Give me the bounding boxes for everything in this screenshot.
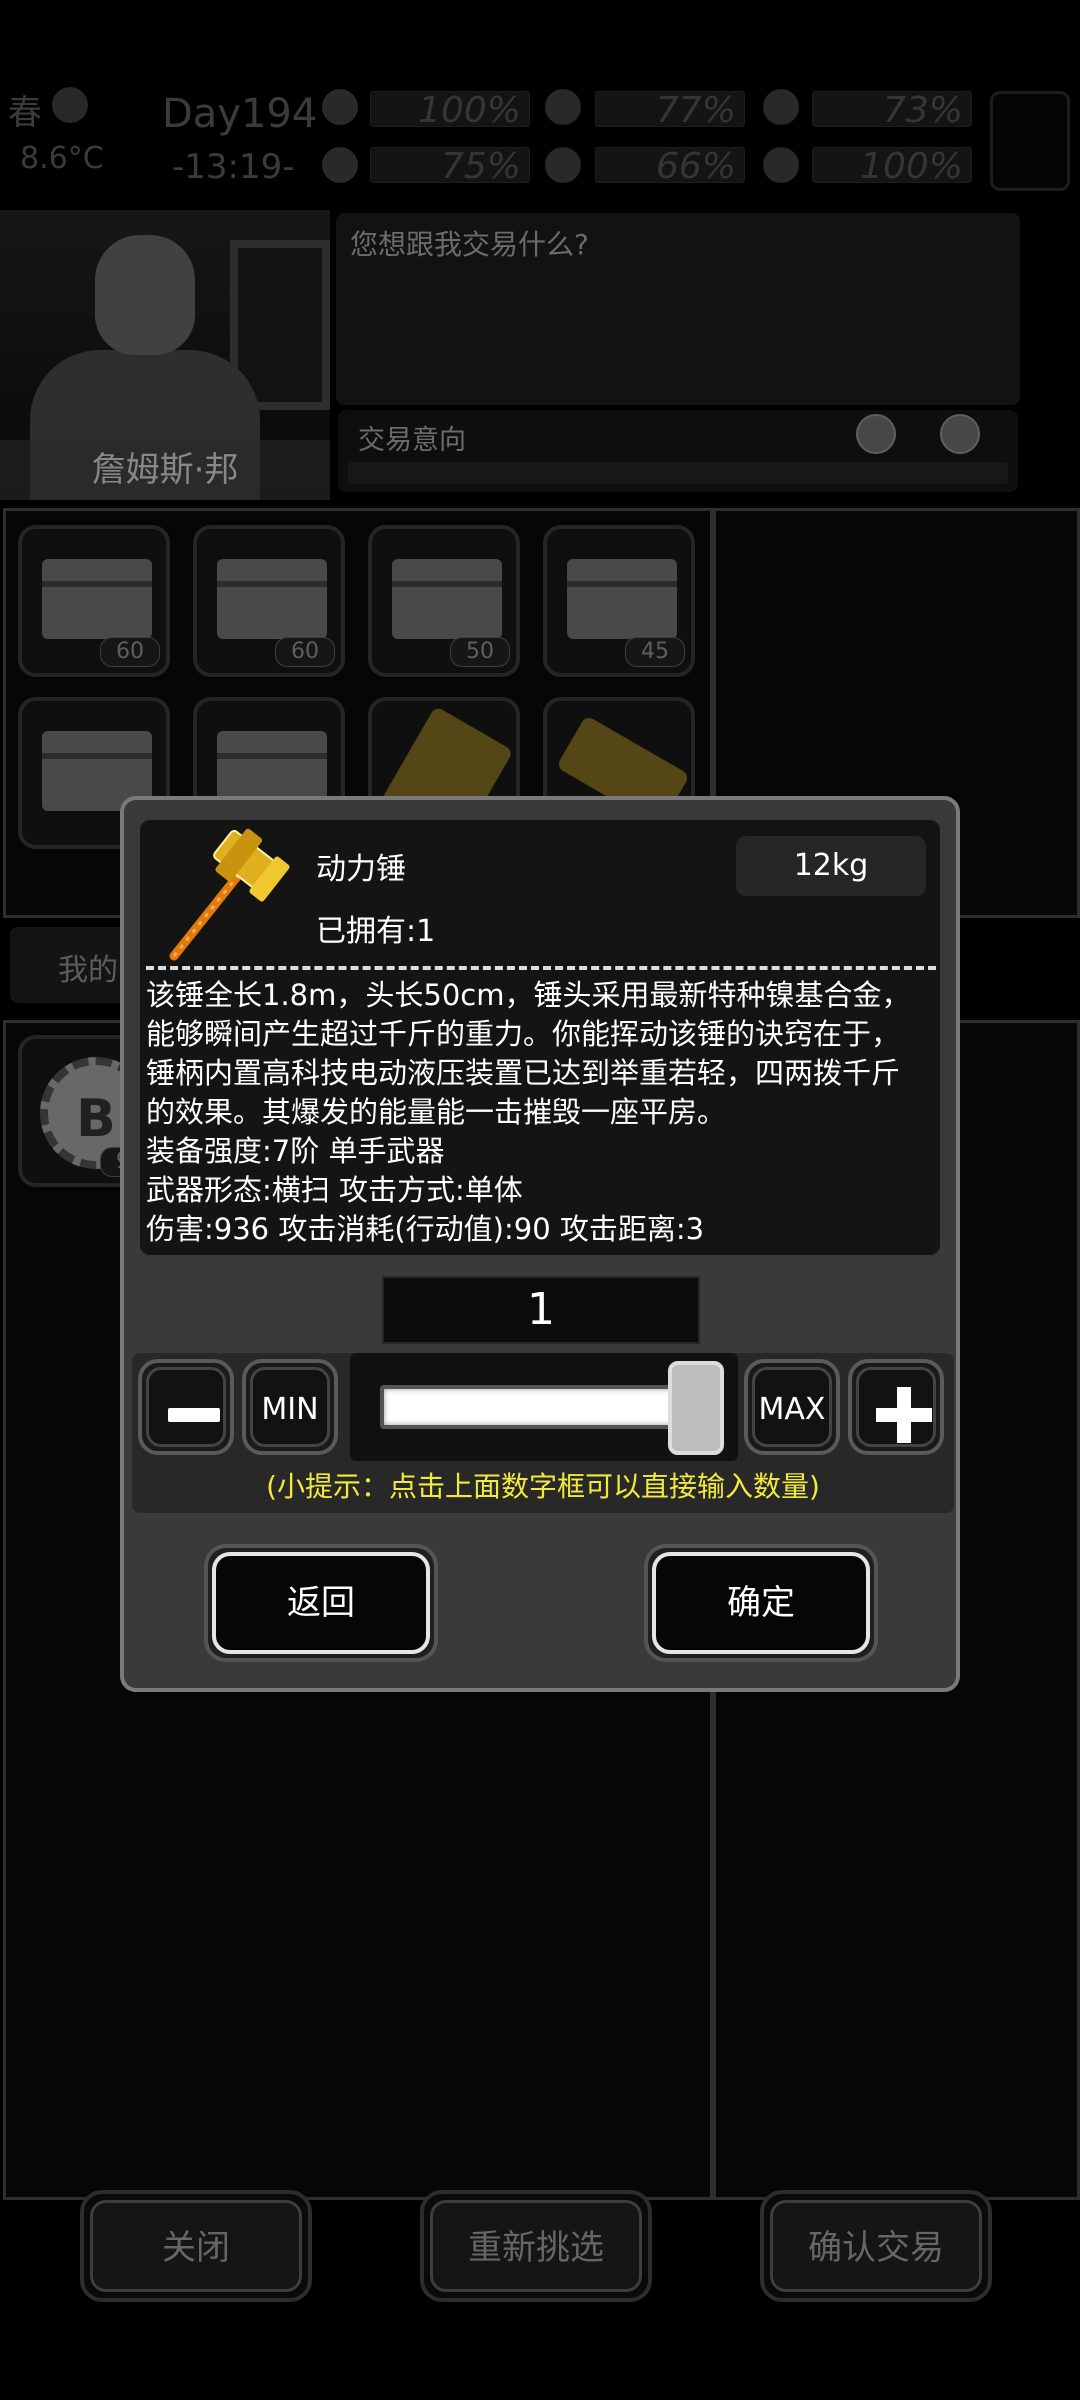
description-line: 装备强度:7阶 单手武器	[146, 1134, 445, 1168]
slider-track	[380, 1385, 680, 1429]
crate-icon	[42, 559, 152, 639]
health-bar: 100%	[370, 90, 530, 131]
description-line: 该锤全长1.8m，头长50cm，锤头采用最新特种镍基合金，	[146, 978, 911, 1012]
trader-head	[95, 235, 195, 355]
water-bar: 73%	[812, 90, 972, 131]
item-info: 动力锤 已拥有:1 12kg 该锤全长1.8m，头长50cm，锤头采用最新特种镍…	[140, 820, 940, 1255]
backpack-slot[interactable]	[990, 91, 1070, 191]
inventory-slot[interactable]: 60	[193, 525, 345, 677]
item-name: 动力锤	[316, 852, 406, 887]
slider-thumb[interactable]	[668, 1361, 724, 1455]
my-inventory-tab[interactable]: 我的	[10, 927, 130, 1003]
my-tab-label: 我的	[58, 953, 118, 988]
intent-label: 交易意向	[358, 425, 466, 456]
happy-face-icon	[940, 414, 980, 454]
description-line: 伤害:936 攻击消耗(行动值):90 攻击距离:3	[146, 1212, 705, 1246]
item-count: 60	[275, 637, 335, 667]
trader-name: 詹姆斯·邦	[0, 440, 330, 500]
dialog-text: 您想跟我交易什么?	[350, 228, 589, 261]
item-weight: 12kg	[736, 836, 926, 896]
decrement-button[interactable]	[138, 1359, 234, 1455]
inventory-slot[interactable]: 60	[18, 525, 170, 677]
input-hint: (小提示：点击上面数字框可以直接输入数量)	[266, 1470, 820, 1503]
intent-meter	[348, 462, 1008, 484]
description-line: 锤柄内置高科技电动液压装置已达到举重若轻，四两拨千斤	[146, 1056, 901, 1090]
item-quantity-dialog: 动力锤 已拥有:1 12kg 该锤全长1.8m，头长50cm，锤头采用最新特种镍…	[120, 796, 960, 1692]
medkit-icon	[322, 89, 358, 125]
temperature-label: 8.6°C	[20, 141, 104, 176]
minus-icon	[168, 1408, 220, 1422]
max-button[interactable]: MAX	[744, 1359, 840, 1455]
item-description: 该锤全长1.8m，头长50cm，锤头采用最新特种镍基合金， 能够瞬间产生超过千斤…	[146, 976, 936, 1249]
item-count: 45	[625, 637, 685, 667]
heart-bar: 100%	[812, 146, 972, 187]
power-hammer-icon	[169, 828, 290, 961]
cloud-icon	[52, 87, 88, 123]
back-button[interactable]: 返回	[204, 1544, 438, 1662]
item-count: 60	[100, 637, 160, 667]
season-label: 春	[8, 93, 42, 133]
food-icon	[545, 89, 581, 125]
quantity-controls: MIN MAX (小提示：点击上面数字框可以直接输入数量)	[132, 1353, 954, 1513]
description-line: 的效果。其爆发的能量能一击摧毁一座平房。	[146, 1095, 727, 1129]
medicine-bar: 75%	[370, 146, 530, 187]
time-label: -13:19-	[172, 147, 295, 187]
hydration-bar: 66%	[595, 146, 745, 187]
quantity-slider[interactable]	[350, 1353, 738, 1461]
neutral-face-icon	[856, 414, 896, 454]
increment-button[interactable]	[848, 1359, 944, 1455]
reselect-button[interactable]: 重新挑选	[420, 2190, 652, 2302]
food-bar: 77%	[595, 90, 745, 131]
ok-button[interactable]: 确定	[644, 1544, 878, 1662]
drop-icon	[545, 147, 581, 183]
confirm-trade-button[interactable]: 确认交易	[760, 2190, 992, 2302]
trader-dialog: 您想跟我交易什么?	[336, 213, 1020, 405]
status-hud: 春 8.6°C Day194 -13:19- 100% 77% 73% 75% …	[0, 85, 1080, 205]
flask-icon	[322, 147, 358, 183]
crate-icon	[392, 559, 502, 639]
item-count: 50	[450, 637, 510, 667]
divider	[146, 966, 936, 970]
day-label: Day194	[162, 91, 318, 137]
owned-count: 已拥有:1	[316, 914, 436, 949]
description-line: 武器形态:横扫 攻击方式:单体	[146, 1173, 523, 1207]
inventory-slot[interactable]: 50	[368, 525, 520, 677]
crate-icon	[567, 559, 677, 639]
quantity-input[interactable]: 1	[382, 1276, 700, 1344]
water-icon	[763, 89, 799, 125]
description-line: 能够瞬间产生超过千斤的重力。你能挥动该锤的诀窍在于，	[146, 1017, 901, 1051]
inventory-slot[interactable]: 45	[543, 525, 695, 677]
trade-intent: 交易意向	[338, 410, 1018, 492]
crate-icon	[217, 559, 327, 639]
heart-icon	[763, 147, 799, 183]
min-button[interactable]: MIN	[242, 1359, 338, 1455]
close-button[interactable]: 关闭	[80, 2190, 312, 2302]
